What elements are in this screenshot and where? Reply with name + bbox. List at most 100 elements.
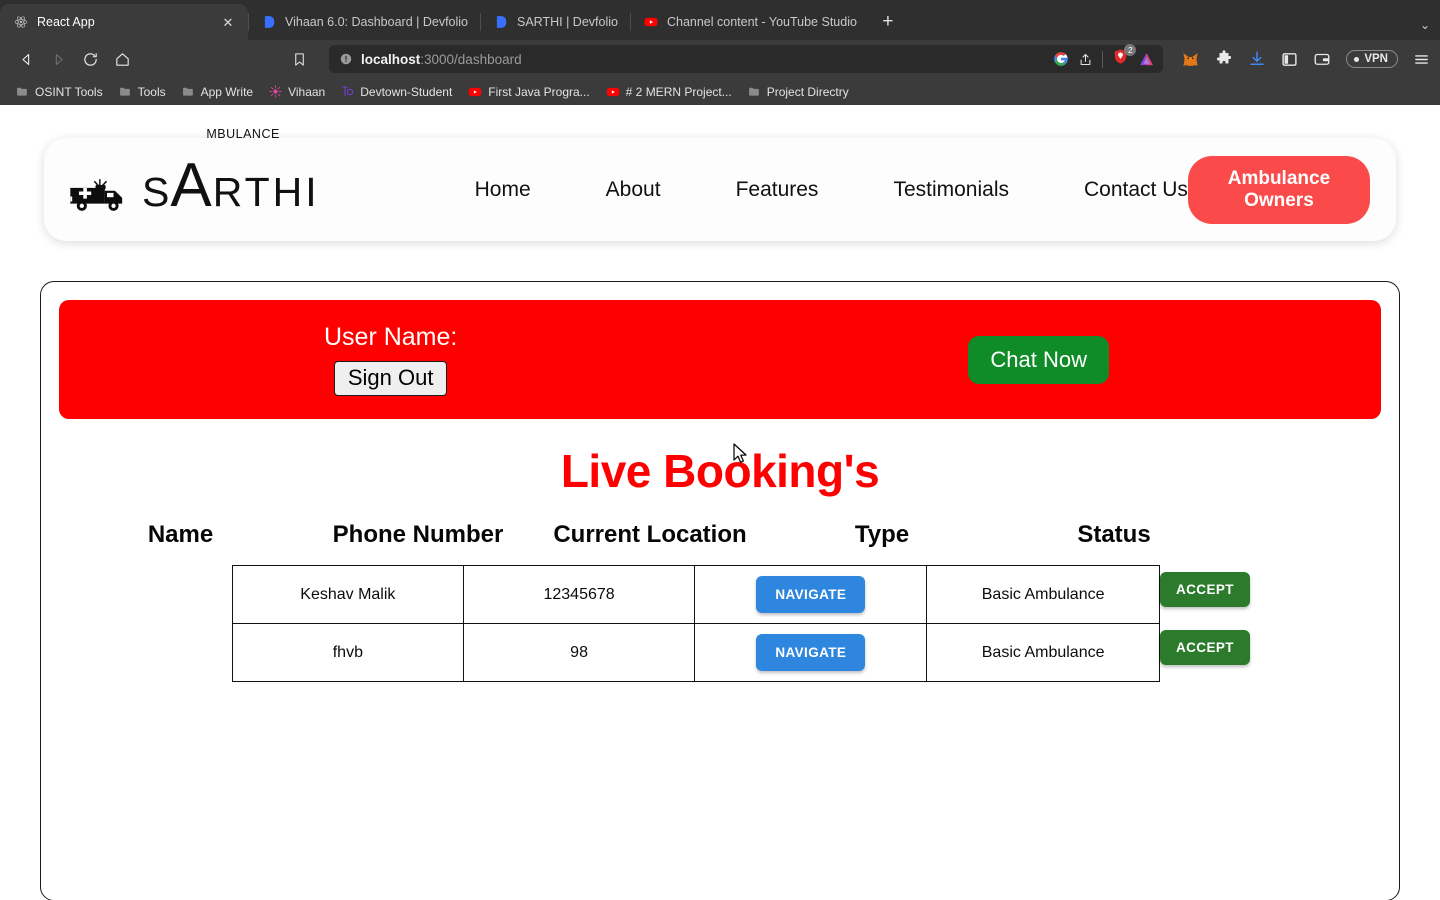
bookmark-app-write[interactable]: App Write [174, 83, 261, 101]
navigate-button[interactable]: NAVIGATE [756, 576, 866, 613]
folder-icon [182, 87, 193, 96]
nav-link-testimonials[interactable]: Testimonials [893, 178, 1009, 202]
bookmark-label: Tools [137, 84, 166, 99]
logo-letter-s: S [142, 169, 171, 215]
bookmark-project-directry[interactable]: Project Directry [740, 83, 857, 101]
column-header-phone: Phone Number [332, 521, 504, 548]
google-lens-icon[interactable] [1053, 51, 1069, 67]
column-header-status: Status [1077, 521, 1151, 548]
metamask-fox-icon[interactable] [1181, 50, 1200, 69]
logo-letter-a: A [170, 151, 213, 220]
dashboard-card: User Name: Sign Out Chat Now Live Bookin… [40, 281, 1400, 900]
vpn-button[interactable]: VPN [1346, 50, 1398, 68]
bookmark-icon[interactable] [283, 44, 315, 74]
youtube-icon [469, 87, 482, 96]
downloads-icon[interactable] [1248, 50, 1266, 68]
cell-location: NAVIGATE [694, 623, 928, 682]
page-content: S A MBULANCE RTHI Home About Features Te… [0, 105, 1440, 900]
home-icon[interactable] [106, 44, 138, 74]
column-header-location: Current Location [553, 521, 747, 548]
site-logo[interactable]: S A MBULANCE RTHI [66, 127, 320, 217]
youtube-icon [606, 87, 619, 96]
address-bar-icons: 2 [1053, 44, 1155, 70]
url-text[interactable]: localhost:3000/dashboard [361, 52, 1045, 67]
vpn-label: VPN [1364, 53, 1388, 65]
tab-strip: React App ✕ Vihaan 6.0: Dashboard | Devf… [0, 0, 1440, 40]
bookmark-label: First Java Progra... [488, 84, 590, 99]
accept-button[interactable]: ACCEPT [1160, 630, 1250, 665]
cell-type: Basic Ambulance [926, 565, 1160, 624]
tab-react-app[interactable]: React App ✕ [0, 4, 248, 40]
column-header-name: Name [147, 521, 214, 548]
accept-button[interactable]: ACCEPT [1160, 572, 1250, 607]
shield-badge-count: 2 [1124, 44, 1137, 56]
cell-name: Keshav Malik [232, 565, 464, 624]
devfolio-icon [496, 16, 507, 28]
brave-shields-icon[interactable]: 2 [1112, 44, 1137, 70]
nav-link-about[interactable]: About [606, 178, 661, 202]
main-navigation: Home About Features Testimonials Contact… [475, 178, 1188, 202]
tab-youtube-studio[interactable]: Channel content - YouTube Studio [629, 4, 869, 40]
nav-link-home[interactable]: Home [475, 178, 531, 202]
bookmark-label: App Write [200, 84, 254, 99]
tab-title: React App [37, 15, 95, 29]
nav-link-contact-us[interactable]: Contact Us [1084, 178, 1188, 202]
close-icon[interactable]: ✕ [220, 14, 236, 30]
site-header: S A MBULANCE RTHI Home About Features Te… [44, 127, 1396, 241]
bookmark-tools[interactable]: Tools [111, 83, 174, 101]
tab-title: Channel content - YouTube Studio [666, 15, 857, 29]
sign-out-button[interactable]: Sign Out [333, 360, 448, 397]
forward-arrow-icon [42, 44, 74, 74]
navigation-toolbar: localhost:3000/dashboard 2 VPN [0, 40, 1440, 78]
tab-search-chevron-icon[interactable]: ⌄ [1420, 18, 1430, 32]
back-arrow-icon[interactable] [10, 44, 42, 74]
chat-now-button[interactable]: Chat Now [968, 335, 1109, 384]
cell-phone: 12345678 [462, 565, 696, 624]
tab-sarthi-devfolio[interactable]: SARTHI | Devfolio [480, 4, 630, 40]
cell-phone: 98 [462, 623, 696, 682]
new-tab-button[interactable]: + [873, 7, 903, 37]
share-icon[interactable] [1078, 52, 1093, 67]
toolbar-divider [1102, 50, 1104, 68]
url-path: :3000/dashboard [420, 51, 522, 67]
address-bar[interactable]: localhost:3000/dashboard 2 [329, 44, 1164, 73]
not-secure-info-icon[interactable] [339, 52, 353, 66]
table-header-row: Name Phone Number Current Location Type … [59, 521, 1381, 549]
brave-wallet-icon[interactable] [1313, 50, 1331, 68]
folder-icon [119, 87, 130, 96]
ambulance-owners-button[interactable]: Ambulance Owners [1187, 155, 1370, 224]
extensions-puzzle-icon[interactable] [1215, 50, 1233, 68]
folder-icon [748, 87, 759, 96]
bookmark-label: OSINT Tools [35, 84, 103, 99]
bookmark-osint-tools[interactable]: OSINT Tools [8, 83, 111, 101]
hamburger-menu-icon[interactable] [1413, 51, 1430, 68]
logo-superscript: MBULANCE [206, 127, 280, 141]
nav-link-features[interactable]: Features [736, 178, 819, 202]
table-row: fhvb 98 NAVIGATE Basic Ambulance [232, 623, 1160, 682]
reload-icon[interactable] [74, 44, 106, 74]
logo-letter-a-group: A MBULANCE [170, 127, 279, 217]
bookmark-vihaan[interactable]: Vihaan [261, 83, 333, 101]
folder-icon [17, 87, 27, 96]
sidebar-toggle-icon[interactable] [1281, 51, 1298, 68]
page-title: Live Booking's [560, 445, 880, 497]
user-name-label: User Name: [324, 322, 458, 351]
browser-chrome: React App ✕ Vihaan 6.0: Dashboard | Devf… [0, 0, 1440, 105]
brave-rewards-icon[interactable] [1138, 51, 1155, 68]
bookmark-label: # 2 MERN Project... [625, 84, 732, 99]
tab-vihaan-dashboard[interactable]: Vihaan 6.0: Dashboard | Devfolio [248, 4, 480, 40]
navigate-button[interactable]: NAVIGATE [756, 634, 866, 671]
bookmark-label: Vihaan [288, 84, 326, 99]
bookmark-first-java-program[interactable]: First Java Progra... [460, 83, 597, 101]
bookmark-mern-project[interactable]: # 2 MERN Project... [598, 83, 740, 101]
react-icon [14, 16, 28, 28]
url-host: localhost [361, 51, 421, 67]
user-banner: User Name: Sign Out Chat Now [59, 300, 1381, 419]
youtube-icon [644, 17, 658, 27]
cell-type: Basic Ambulance [926, 623, 1160, 682]
devtown-icon [342, 86, 354, 96]
logo-rest: RTHI [212, 169, 320, 215]
bookmark-devtown-student[interactable]: Devtown-Student [333, 83, 460, 101]
cell-name: fhvb [232, 623, 464, 682]
devfolio-icon [264, 16, 275, 28]
